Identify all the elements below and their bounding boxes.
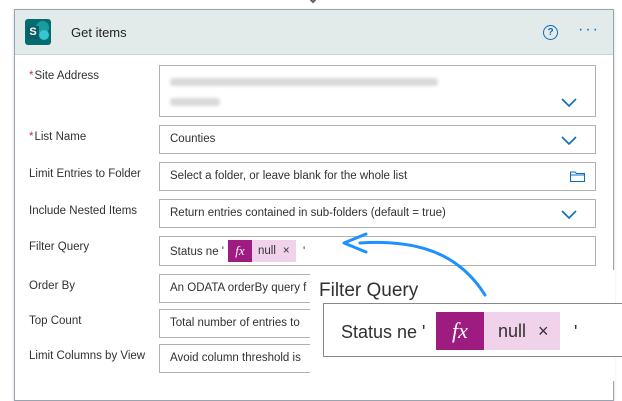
limit-folder-placeholder: Select a folder, or leave blank for the … — [170, 170, 408, 182]
token-label: null — [258, 245, 276, 257]
remove-token-icon[interactable]: × — [283, 245, 290, 257]
list-name-value: Counties — [170, 133, 216, 145]
top-count-label: Top Count — [29, 315, 82, 327]
zoom-null-token: fx null × — [436, 312, 560, 350]
nested-items-value: Return entries contained in sub-folders … — [170, 207, 446, 219]
limit-columns-placeholder: Avoid column threshold is — [170, 352, 301, 364]
chevron-down-icon[interactable] — [561, 136, 577, 145]
folder-icon[interactable] — [570, 171, 585, 182]
action-header[interactable]: S Get items ? ··· — [15, 10, 613, 55]
limit-folder-field[interactable]: Select a folder, or leave blank for the … — [159, 162, 596, 191]
fx-icon: fx — [436, 312, 484, 350]
zoom-filter-query-field: Status ne ' fx null × ' — [323, 303, 622, 357]
zoom-prefix: Status ne ' — [341, 322, 426, 342]
site-address-blurred-value — [170, 78, 438, 86]
sharepoint-icon: S — [25, 19, 51, 45]
list-name-label: *List Name — [29, 131, 87, 143]
more-options-icon[interactable]: ··· — [578, 22, 600, 38]
order-by-label: Order By — [29, 280, 76, 292]
action-title: Get items — [71, 25, 127, 40]
filter-query-suffix: ' — [303, 246, 306, 258]
null-expression-token[interactable]: fx null × — [228, 240, 296, 262]
remove-token-icon: × — [538, 321, 549, 341]
filter-query-label: Filter Query — [29, 241, 90, 253]
zoom-suffix: ' — [574, 322, 578, 342]
site-address-label: *Site Address — [29, 70, 100, 82]
limit-folder-label: Limit Entries to Folder — [29, 168, 141, 180]
site-address-field[interactable] — [159, 65, 596, 117]
flow-connector-arrow-icon — [309, 0, 317, 4]
annotation-arrow-icon — [342, 232, 487, 297]
zoom-token-label: null — [498, 321, 527, 341]
nested-items-label: Include Nested Items — [29, 205, 138, 217]
limit-columns-label: Limit Columns by View — [29, 350, 146, 362]
chevron-down-icon[interactable] — [561, 98, 577, 107]
help-icon[interactable]: ? — [543, 25, 558, 40]
order-by-placeholder: An ODATA orderBy query f — [170, 282, 307, 294]
chevron-down-icon[interactable] — [561, 210, 577, 219]
list-name-field[interactable]: Counties — [159, 125, 596, 154]
filter-query-prefix: Status ne ' — [170, 246, 224, 258]
fx-icon: fx — [228, 240, 252, 262]
top-count-placeholder: Total number of entries to — [170, 317, 300, 329]
nested-items-field[interactable]: Return entries contained in sub-folders … — [159, 199, 596, 228]
